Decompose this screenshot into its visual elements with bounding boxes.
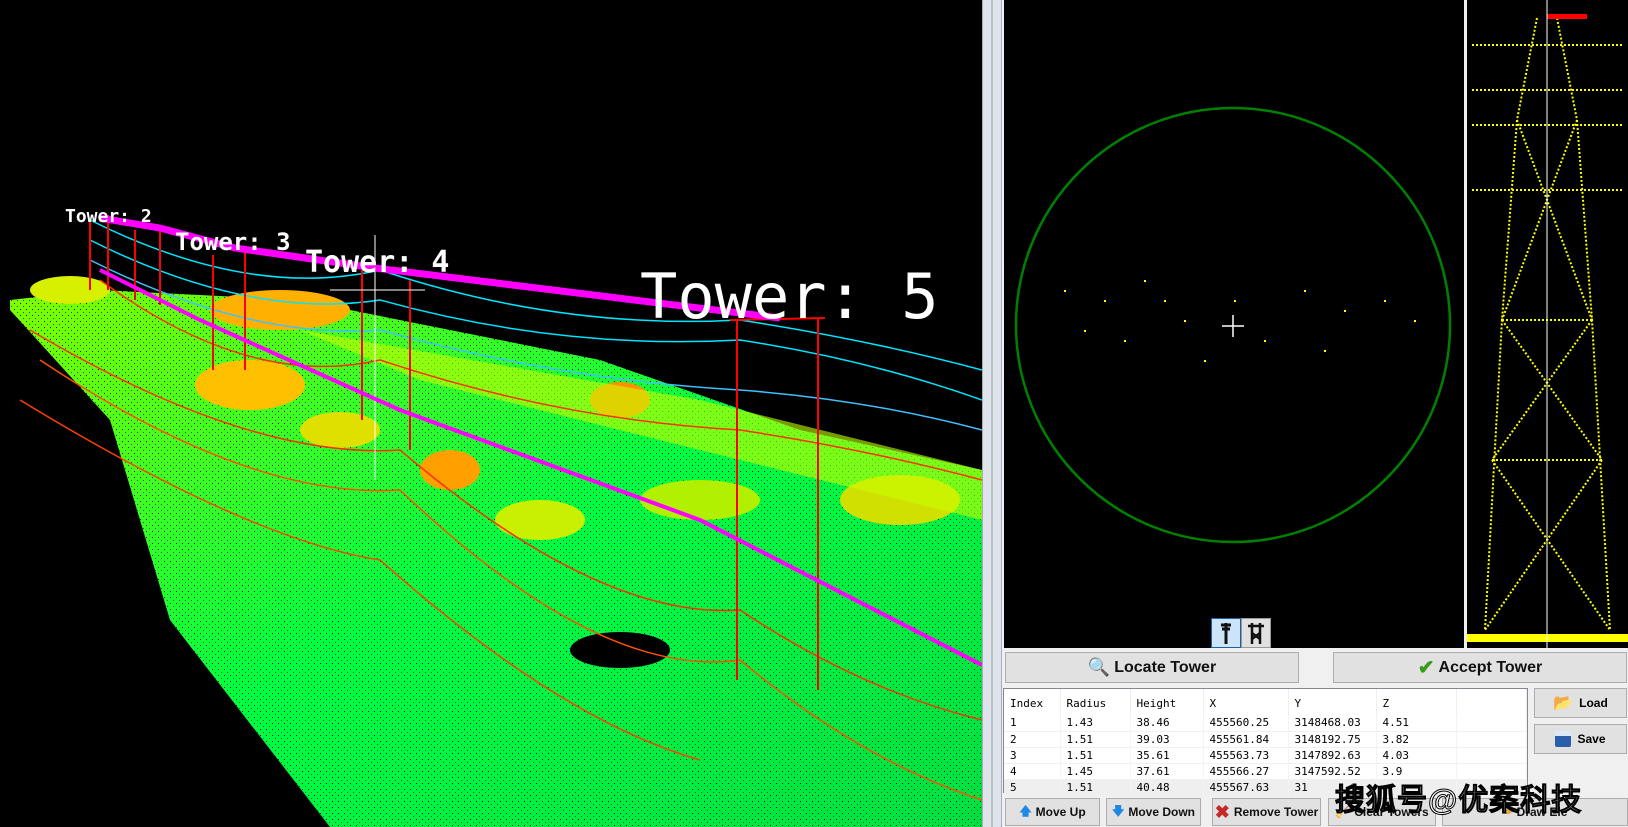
table-cell-radius: 1.51	[1060, 747, 1131, 764]
locate-tower-button[interactable]: 🔍 Locate Tower	[1005, 652, 1299, 683]
load-button[interactable]: 📂 Load	[1534, 688, 1627, 718]
table-cell-filler	[1456, 779, 1527, 796]
tower-label-5: Tower: 5	[640, 260, 939, 333]
draw-ele-button[interactable]: ✏ Draw Ele	[1442, 798, 1628, 826]
table-row[interactable]: 3 1.51 35.61 455563.73 3147892.63 4.03	[1004, 747, 1527, 764]
folder-open-icon: 📂	[1553, 695, 1574, 712]
table-cell-filler	[1456, 715, 1527, 732]
red-x-icon: ✖	[1214, 801, 1230, 822]
broom-icon: 🧹	[1335, 805, 1351, 819]
column-header-y[interactable]: Y	[1288, 689, 1377, 715]
column-header-index[interactable]: Index	[1004, 689, 1061, 715]
pencil-icon: ✏	[1502, 805, 1513, 819]
table-cell-height: 39.03	[1130, 731, 1204, 748]
table-cell-index: 5	[1004, 779, 1061, 796]
table-cell-x: 455566.27	[1203, 763, 1289, 780]
double-pole-tower-icon	[1248, 623, 1264, 644]
table-cell-z: 3.9	[1376, 763, 1457, 780]
table-cell-index: 3	[1004, 747, 1061, 764]
table-cell-radius: 1.43	[1060, 715, 1131, 732]
table-cell-height: 40.48	[1130, 779, 1204, 796]
tower-label-3: Tower: 3	[175, 228, 291, 256]
table-cell-z: 3.82	[1376, 731, 1457, 748]
double-pole-view-toggle[interactable]	[1241, 618, 1271, 648]
table-row[interactable]: 2 1.51 39.03 455561.84 3148192.75 3.82	[1004, 731, 1527, 748]
single-pole-view-toggle[interactable]	[1211, 618, 1241, 648]
table-cell-x: 455560.25	[1203, 715, 1289, 732]
table-cell-y: 3147892.63	[1288, 747, 1377, 764]
point-cloud-3d-view[interactable]: Tower: 2 Tower: 3 Tower: 4 Tower: 5	[0, 0, 982, 827]
table-cell-index: 1	[1004, 715, 1061, 732]
floppy-disk-icon	[1555, 731, 1572, 747]
table-row[interactable]: 1 1.43 38.46 455560.25 3148468.03 4.51	[1004, 715, 1527, 732]
save-button[interactable]: Save	[1534, 724, 1627, 754]
point-cloud-render: Tower: 2 Tower: 3 Tower: 4 Tower: 5	[10, 206, 982, 827]
table-cell-height: 37.61	[1130, 763, 1204, 780]
table-cell-height: 35.61	[1130, 747, 1204, 764]
arrow-down-icon: 🡇	[1111, 803, 1125, 818]
table-cell-radius: 1.45	[1060, 763, 1131, 780]
table-cell-radius: 1.51	[1060, 731, 1131, 748]
remove-tower-button[interactable]: ✖ Remove Tower	[1212, 798, 1321, 826]
column-header-radius[interactable]: Radius	[1060, 689, 1131, 715]
table-cell-y: 31	[1288, 779, 1377, 796]
single-pole-tower-icon	[1221, 623, 1231, 644]
clear-towers-button[interactable]: 🧹 Clear Towers	[1328, 798, 1436, 826]
tower-side-view[interactable]	[1467, 0, 1628, 648]
table-cell-y: 3147592.52	[1288, 763, 1377, 780]
move-up-button[interactable]: 🡅 Move Up	[1005, 798, 1100, 826]
table-cell-index: 4	[1004, 763, 1061, 780]
table-cell-x: 455567.63	[1203, 779, 1289, 796]
table-cell-radius: 1.51	[1060, 779, 1131, 796]
top-view-points	[1064, 280, 1416, 362]
table-cell-x: 455563.73	[1203, 747, 1289, 764]
table-cell-y: 3148468.03	[1288, 715, 1377, 732]
column-header-z[interactable]: Z	[1376, 689, 1457, 715]
table-cell-z: 4.03	[1376, 747, 1457, 764]
table-cell-height: 38.46	[1130, 715, 1204, 732]
tower-label-2: Tower: 2	[65, 206, 152, 227]
tower-label-4: Tower: 4	[305, 245, 450, 280]
table-cell-x: 455561.84	[1203, 731, 1289, 748]
checkmark-icon: ✔	[1417, 657, 1435, 679]
table-row[interactable]: 5 1.51 40.48 455567.63 31	[1004, 779, 1527, 796]
column-header-height[interactable]: Height	[1130, 689, 1204, 715]
table-cell-z: 4.51	[1376, 715, 1457, 732]
magnifier-icon: 🔍	[1087, 657, 1111, 677]
tower-top-view[interactable]	[1004, 0, 1464, 648]
table-cell-filler	[1456, 747, 1527, 764]
panel-splitter[interactable]	[982, 0, 1002, 827]
crosshair-icon	[1222, 315, 1244, 337]
move-down-button[interactable]: 🡇 Move Down	[1106, 798, 1201, 826]
table-cell-z	[1376, 779, 1457, 796]
tower-table[interactable]: Index Radius Height X Y Z 1 1.43 38.46 4555…	[1003, 688, 1528, 796]
tower-profile-points	[1467, 0, 1628, 648]
column-header-x[interactable]: X	[1203, 689, 1289, 715]
table-cell-filler	[1456, 731, 1527, 748]
table-header: Index Radius Height X Y Z	[1004, 689, 1527, 715]
table-cell-filler	[1456, 763, 1527, 780]
table-cell-index: 2	[1004, 731, 1061, 748]
accept-tower-button[interactable]: ✔ Accept Tower	[1333, 652, 1627, 683]
arrow-up-icon: 🡅	[1019, 803, 1032, 818]
table-row[interactable]: 4 1.45 37.61 455566.27 3147592.52 3.9	[1004, 763, 1527, 780]
table-cell-y: 3148192.75	[1288, 731, 1377, 748]
